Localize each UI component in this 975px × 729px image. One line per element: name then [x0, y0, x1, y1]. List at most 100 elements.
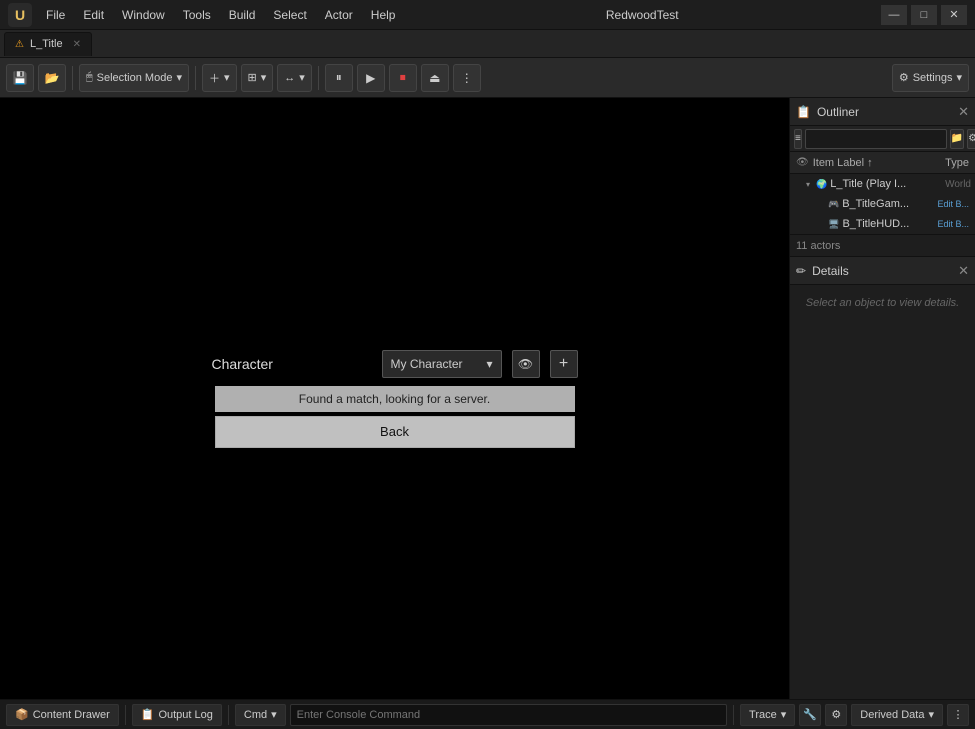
add-dropdown-icon: ▾ [224, 71, 230, 84]
output-log-label: Output Log [158, 709, 212, 721]
eject-button[interactable]: ⏏ [421, 64, 449, 92]
details-icon: ✏ [796, 264, 806, 278]
tree-item-world[interactable]: ▾ 🌍 L_Title (Play I... World [790, 174, 975, 194]
more-options-button[interactable]: ⋮ [453, 64, 481, 92]
stop-button[interactable]: ⏹ [389, 64, 417, 92]
visibility-col-icon: 👁 [796, 157, 809, 168]
details-placeholder: Select an object to view details. [790, 285, 975, 321]
outliner-icon: 📋 [796, 105, 811, 119]
status-separator-1 [125, 705, 126, 725]
outliner-header: 📋 Outliner ✕ [790, 98, 975, 126]
character-eye-button[interactable]: 👁 [512, 350, 540, 378]
tree-item-titlehud[interactable]: 🖥 B_TitleHUD... Edit B... [790, 214, 975, 234]
snap-dropdown-button[interactable]: ⊞ ▾ [241, 64, 274, 92]
main-layout: Character My Character ▾ 👁 + Found a mat… [0, 98, 975, 699]
menu-window[interactable]: Window [114, 6, 173, 24]
cmd-button[interactable]: Cmd ▾ [235, 704, 286, 726]
character-add-button[interactable]: + [550, 350, 578, 378]
pause-button[interactable]: ⏸ [325, 64, 353, 92]
world-label: L_Title (Play I... [830, 178, 945, 190]
menu-file[interactable]: File [38, 6, 73, 24]
menu-tools[interactable]: Tools [175, 6, 219, 24]
details-header: ✏ Details ✕ [790, 257, 975, 285]
world-type: World [945, 179, 971, 190]
settings-icon: ⚙ [899, 71, 909, 84]
snap-dropdown-icon: ▾ [261, 71, 267, 84]
transform-dropdown-icon: ▾ [299, 71, 305, 84]
viewport[interactable]: Character My Character ▾ 👁 + Found a mat… [0, 98, 789, 699]
selection-mode-dropdown-icon: ▾ [176, 71, 182, 84]
item-label-col[interactable]: Item Label ↑ [813, 157, 941, 169]
menu-select[interactable]: Select [265, 6, 314, 24]
selection-mode-button[interactable]: 🖱 Selection Mode ▾ [79, 64, 189, 92]
details-title-text: Details [812, 264, 849, 278]
status-text-bar: Found a match, looking for a server. [215, 386, 575, 412]
character-value: My Character [391, 357, 483, 371]
tab-close-icon[interactable]: ✕ [73, 39, 81, 50]
outliner-filter-button[interactable]: ≡ [794, 129, 802, 149]
settings-dropdown-icon: ▾ [956, 71, 962, 84]
right-panel: 📋 Outliner ✕ ≡ 📁 ⚙ 👁 Item Label ↑ Type ▾ [789, 98, 975, 699]
console-input[interactable] [290, 704, 727, 726]
trace-label: Trace [749, 709, 777, 721]
titlehud-edit-button[interactable]: Edit B... [935, 219, 971, 229]
active-tab[interactable]: ⚠ L_Title ✕ [4, 32, 92, 56]
close-button[interactable]: ✕ [941, 5, 967, 25]
outliner-close-button[interactable]: ✕ [958, 104, 969, 120]
character-dropdown[interactable]: My Character ▾ [382, 350, 502, 378]
outliner-create-button[interactable]: 📁 [950, 129, 964, 149]
transform-dropdown-button[interactable]: ↔ ▾ [277, 64, 312, 92]
outliner-title-text: Outliner [817, 105, 859, 119]
status-separator-3 [733, 705, 734, 725]
more-status-button[interactable]: ⋮ [947, 704, 969, 726]
add-dropdown-button[interactable]: ＋ ▾ [202, 64, 237, 92]
maximize-button[interactable]: □ [911, 5, 937, 25]
settings-button[interactable]: ⚙ Settings ▾ [892, 64, 969, 92]
game-ui: Character My Character ▾ 👁 + Found a mat… [0, 98, 789, 699]
minimize-button[interactable]: — [881, 5, 907, 25]
menu-bar: File Edit Window Tools Build Select Acto… [38, 6, 403, 24]
content-drawer-label: Content Drawer [33, 709, 110, 721]
titlegam-icon: 🎮 [828, 199, 839, 210]
menu-build[interactable]: Build [221, 6, 264, 24]
actors-count-text: 11 actors [796, 240, 840, 252]
content-drawer-button[interactable]: 📦 Content Drawer [6, 704, 119, 726]
settings-label: Settings [913, 72, 953, 84]
window-title: RedwoodTest [606, 8, 679, 22]
back-label: Back [380, 424, 409, 439]
outliner-toolbar: ≡ 📁 ⚙ [790, 126, 975, 152]
eye-icon: 👁 [518, 357, 533, 371]
trace-button[interactable]: Trace ▾ [740, 704, 795, 726]
tree-item-titlegam[interactable]: 🎮 B_TitleGam... Edit B... [790, 194, 975, 214]
menu-edit[interactable]: Edit [75, 6, 112, 24]
actors-count: 11 actors [790, 234, 975, 256]
titlegam-edit-button[interactable]: Edit B... [935, 199, 971, 209]
menu-actor[interactable]: Actor [317, 6, 361, 24]
outliner-search-input[interactable] [805, 129, 947, 149]
settings2-icon-button[interactable]: ⚙ [825, 704, 847, 726]
perf-icon-button[interactable]: 🔧 [799, 704, 821, 726]
output-log-icon: 📋 [141, 708, 155, 721]
save-button[interactable]: 💾 [6, 64, 34, 92]
back-button[interactable]: Back [215, 416, 575, 448]
selection-mode-label: Selection Mode [97, 72, 173, 84]
toolbar-separator-1 [72, 66, 73, 90]
content-drawer-icon: 📦 [15, 708, 29, 721]
status-right: Trace ▾ 🔧 ⚙ Derived Data ▾ ⋮ [740, 704, 969, 726]
output-log-button[interactable]: 📋 Output Log [132, 704, 222, 726]
title-bar-left: U File Edit Window Tools Build Select Ac… [8, 3, 403, 27]
tab-label: L_Title [30, 38, 63, 50]
outliner-col-header: 👁 Item Label ↑ Type [790, 152, 975, 174]
play-button[interactable]: ▶ [357, 64, 385, 92]
expand-arrow[interactable]: ▾ [806, 180, 816, 189]
toolbar-separator-2 [195, 66, 196, 90]
status-bar: 📦 Content Drawer 📋 Output Log Cmd ▾ Trac… [0, 699, 975, 729]
open-button[interactable]: 📂 [38, 64, 66, 92]
outliner-settings-button[interactable]: ⚙ [967, 129, 975, 149]
details-close-button[interactable]: ✕ [958, 263, 969, 279]
titlehud-icon: 🖥 [828, 219, 839, 230]
derived-data-button[interactable]: Derived Data ▾ [851, 704, 943, 726]
titlegam-label: B_TitleGam... [842, 198, 935, 210]
menu-help[interactable]: Help [363, 6, 404, 24]
tab-icon: ⚠ [15, 39, 24, 50]
